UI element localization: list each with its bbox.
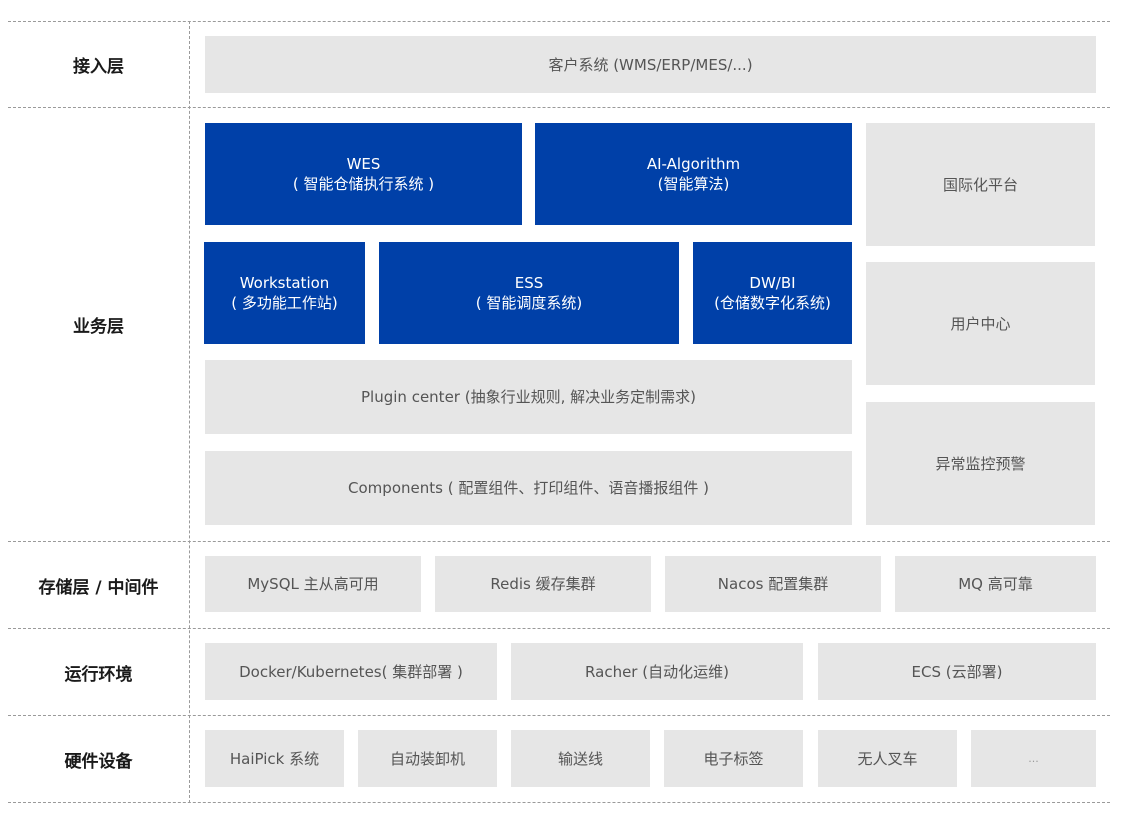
i18n-platform-box: 国际化平台	[866, 123, 1095, 246]
mysql-label: MySQL 主从高可用	[247, 575, 379, 593]
layer-label-storage: 存储层 / 中间件	[38, 577, 159, 598]
dw-bi-subtitle: (仓储数字化系统)	[714, 294, 831, 312]
ess-subtitle: ( 智能调度系统)	[475, 294, 583, 312]
layer-label-access: 接入层	[73, 57, 124, 77]
plugin-center-label: Plugin center (抽象行业规则, 解决业务定制需求)	[361, 388, 696, 406]
docker-kubernetes-label: Docker/Kubernetes( 集群部署 )	[239, 662, 463, 681]
workstation-subtitle: ( 多功能工作站)	[231, 294, 338, 312]
more-hardware-box: ...	[971, 730, 1096, 787]
conveyor-box: 输送线	[511, 730, 650, 787]
agv-forklift-label: 无人叉车	[857, 749, 918, 768]
racher-box: Racher (自动化运维)	[511, 643, 803, 700]
components-label: Components ( 配置组件、打印组件、语音播报组件 )	[348, 479, 709, 497]
user-center-label: 用户中心	[950, 314, 1011, 333]
ecs-box: ECS (云部署)	[818, 643, 1096, 700]
ai-algorithm-box: AI-Algorithm (智能算法)	[535, 123, 852, 225]
conveyor-label: 输送线	[557, 749, 603, 768]
ai-algorithm-title: AI-Algorithm	[646, 155, 741, 173]
agv-forklift-box: 无人叉车	[818, 730, 957, 787]
label-column-divider	[189, 21, 190, 803]
plugin-center-box: Plugin center (抽象行业规则, 解决业务定制需求)	[205, 360, 852, 434]
client-system-box: 客户系统 (WMS/ERP/MES/...)	[205, 36, 1096, 93]
e-label-box: 电子标签	[664, 730, 803, 787]
ai-algorithm-subtitle: (智能算法)	[657, 175, 730, 193]
e-label-label: 电子标签	[703, 749, 764, 768]
wes-box: WES ( 智能仓储执行系统 )	[205, 123, 522, 225]
auto-loader-label: 自动装卸机	[389, 749, 465, 768]
docker-kubernetes-box: Docker/Kubernetes( 集群部署 )	[205, 643, 497, 700]
mq-box: MQ 高可靠	[895, 556, 1096, 612]
auto-loader-box: 自动装卸机	[358, 730, 497, 787]
user-center-box: 用户中心	[866, 262, 1095, 385]
nacos-box: Nacos 配置集群	[665, 556, 881, 612]
layer-label-runtime: 运行环境	[64, 664, 133, 685]
layer-label-hardware: 硬件设备	[64, 751, 133, 772]
redis-box: Redis 缓存集群	[435, 556, 651, 612]
more-hardware-label: ...	[1028, 751, 1039, 765]
mysql-box: MySQL 主从高可用	[205, 556, 421, 612]
racher-label: Racher (自动化运维)	[585, 662, 729, 681]
exception-monitoring-label: 异常监控预警	[935, 454, 1026, 473]
nacos-label: Nacos 配置集群	[717, 575, 829, 593]
ess-title: ESS	[514, 274, 544, 292]
i18n-platform-label: 国际化平台	[942, 175, 1018, 194]
haipick-label: HaiPick 系统	[229, 749, 320, 768]
components-box: Components ( 配置组件、打印组件、语音播报组件 )	[205, 451, 852, 525]
ess-box: ESS ( 智能调度系统)	[379, 242, 679, 344]
layer-label-business: 业务层	[73, 317, 124, 337]
divider-bottom	[8, 802, 1110, 803]
dw-bi-title: DW/BI	[749, 274, 796, 292]
ecs-label: ECS (云部署)	[911, 662, 1003, 681]
mq-label: MQ 高可靠	[958, 575, 1033, 593]
client-system-label: 客户系统 (WMS/ERP/MES/...)	[548, 55, 753, 74]
workstation-title: Workstation	[239, 274, 330, 292]
haipick-box: HaiPick 系统	[205, 730, 344, 787]
wes-subtitle: ( 智能仓储执行系统 )	[292, 175, 435, 193]
redis-label: Redis 缓存集群	[490, 575, 596, 593]
wes-title: WES	[346, 155, 381, 173]
exception-monitoring-box: 异常监控预警	[866, 402, 1095, 525]
dw-bi-box: DW/BI (仓储数字化系统)	[693, 242, 852, 344]
workstation-box: Workstation ( 多功能工作站)	[204, 242, 365, 344]
